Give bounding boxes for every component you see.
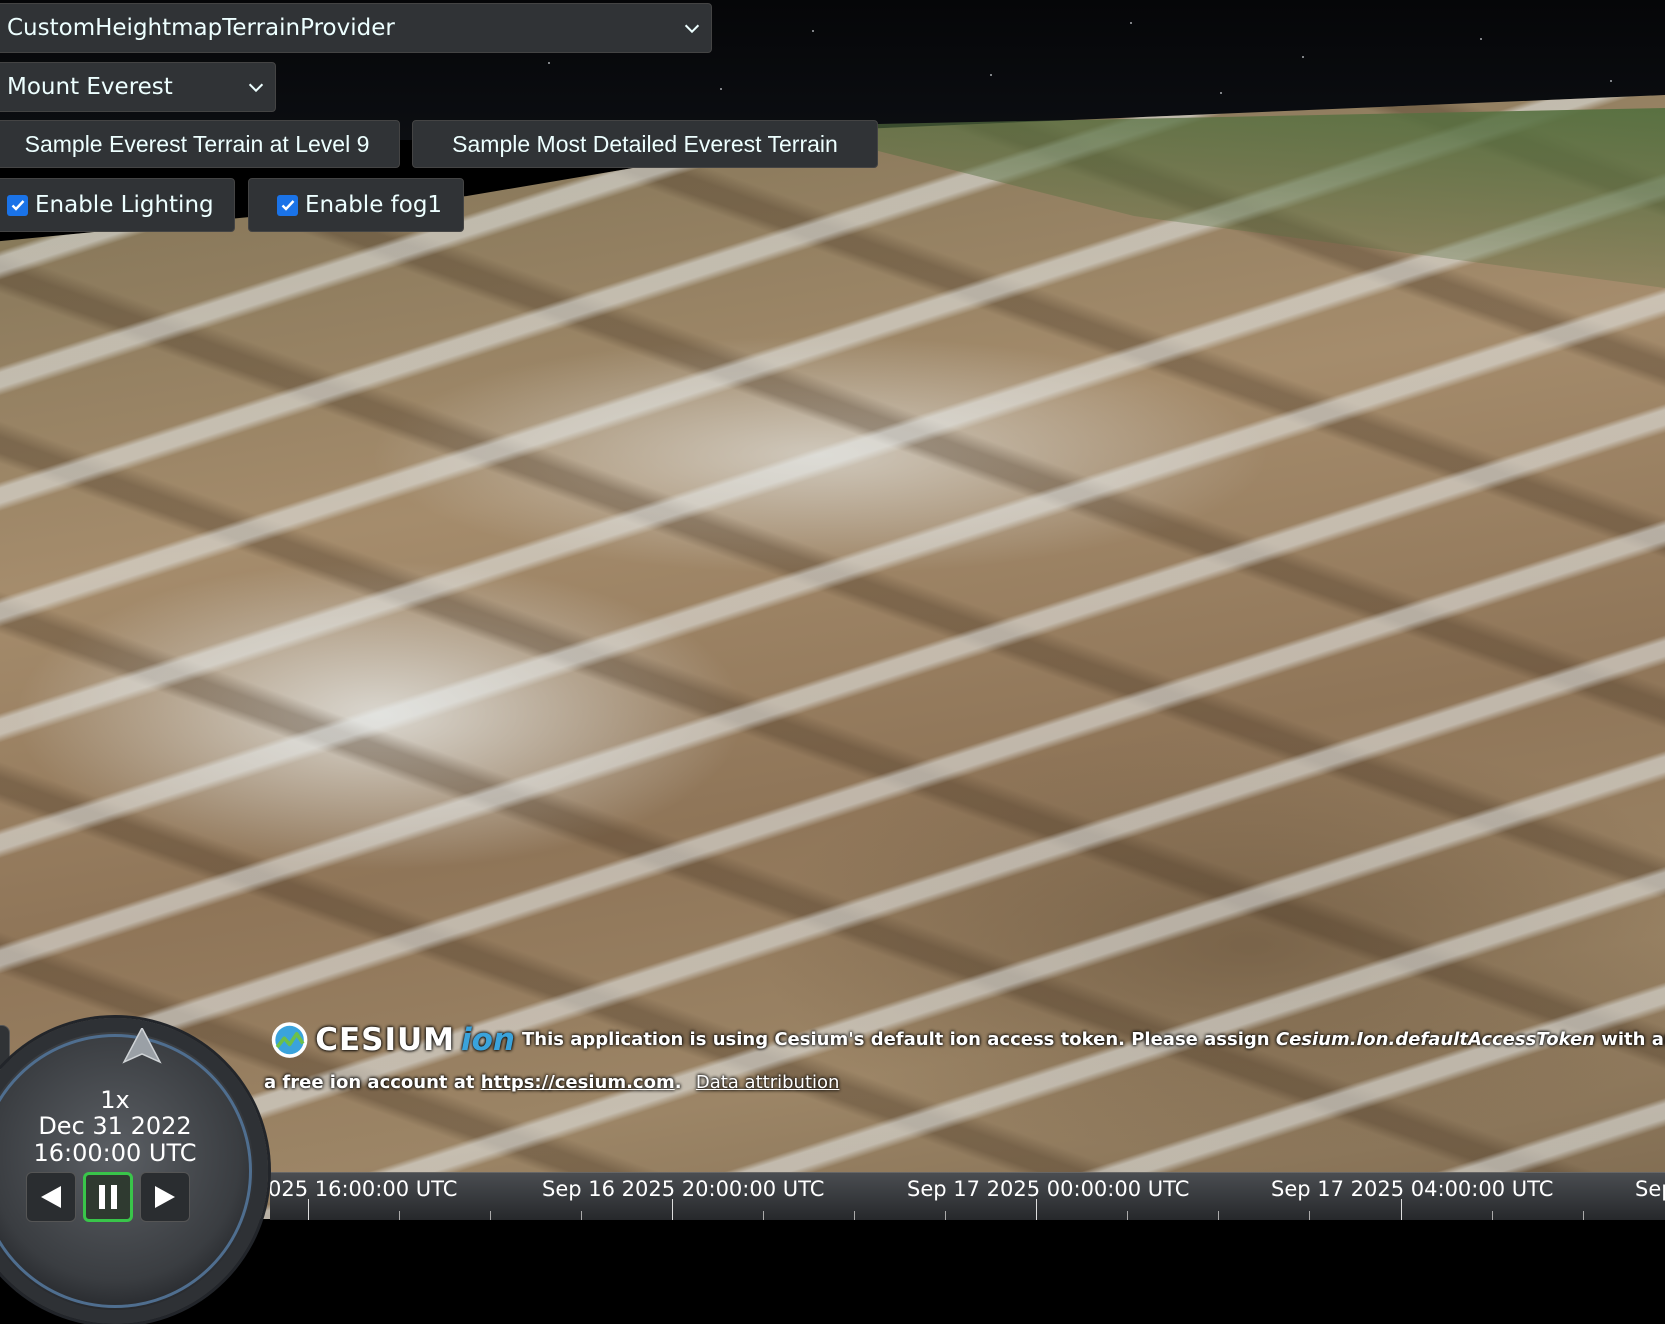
timeline-tick-label: 025 16:00:00 UTC <box>270 1177 458 1201</box>
pause-icon <box>99 1185 117 1209</box>
timeline-tick-label: Sep 17 2025 04:00:00 UTC <box>1271 1177 1554 1201</box>
default-token-warning-line2: a free ion account at https://cesium.com… <box>264 1072 839 1093</box>
star <box>548 62 550 64</box>
animation-date: Dec 31 2022 <box>38 1112 192 1140</box>
sample-level9-button[interactable]: Sample Everest Terrain at Level 9 <box>0 120 400 168</box>
play-forward-button[interactable] <box>140 1172 190 1222</box>
play-reverse-button[interactable] <box>26 1172 76 1222</box>
cesium-ion-logo[interactable]: CESIUM ion <box>270 1018 515 1062</box>
animation-speed: 1x <box>100 1086 130 1114</box>
timeline-tick-label: Sep 16 2025 20:00:00 UTC <box>542 1177 825 1201</box>
star <box>1610 80 1612 82</box>
shuttle-ring-pointer-icon[interactable] <box>122 1028 164 1064</box>
timeline-major-tick <box>1401 1199 1402 1220</box>
pause-button[interactable] <box>83 1172 133 1222</box>
star <box>720 88 722 90</box>
fog-checkbox-container[interactable]: Enable fog1 <box>248 178 464 232</box>
animation-time: 16:00:00 UTC <box>33 1139 197 1167</box>
terrain-provider-selected-value: CustomHeightmapTerrainProvider <box>7 15 395 41</box>
warning-code-text: Cesium.Ion.defaultAccessToken <box>1275 1029 1595 1050</box>
warning-text-part2: with an acce <box>1601 1029 1665 1050</box>
checkmark-icon <box>281 200 294 211</box>
cesium-website-link[interactable]: https://cesium.com <box>481 1072 675 1093</box>
timeline[interactable]: 025 16:00:00 UTC Sep 16 2025 20:00:00 UT… <box>270 1172 1665 1220</box>
play-reverse-icon <box>41 1186 61 1208</box>
star <box>1220 92 1222 94</box>
warning-line2-end: . <box>674 1072 682 1093</box>
fog-checkbox-label: Enable fog1 <box>305 192 443 218</box>
lighting-checkbox[interactable] <box>7 194 28 216</box>
timeline-major-tick <box>672 1199 673 1220</box>
default-token-warning: This application is using Cesium's defau… <box>522 1029 1665 1050</box>
timeline-major-tick <box>1036 1199 1037 1220</box>
timeline-tick-label: Sep <box>1635 1177 1665 1201</box>
cesium-logo-icon <box>271 1022 308 1058</box>
timeline-major-tick <box>308 1199 309 1220</box>
terrain-provider-select[interactable]: CustomHeightmapTerrainProvider <box>0 3 712 53</box>
cesium-logo-text: CESIUM <box>315 1022 455 1058</box>
animation-shuttle-ring[interactable] <box>0 1034 252 1308</box>
ion-logo-text: ion <box>461 1022 515 1058</box>
fog-checkbox[interactable] <box>277 194 298 216</box>
star <box>812 30 814 32</box>
lighting-checkbox-container[interactable]: Enable Lighting <box>0 178 235 232</box>
checkmark-icon <box>11 200 24 211</box>
timeline-tick-label: Sep 17 2025 00:00:00 UTC <box>907 1177 1190 1201</box>
warning-text-part1: This application is using Cesium's defau… <box>522 1029 1276 1050</box>
lighting-checkbox-label: Enable Lighting <box>35 192 214 218</box>
chevron-down-icon <box>684 24 700 34</box>
location-selected-value: Mount Everest <box>7 74 173 100</box>
warning-line2-text: a free ion account at <box>264 1072 481 1093</box>
play-forward-icon <box>155 1186 175 1208</box>
star <box>990 74 992 76</box>
data-attribution-link[interactable]: Data attribution <box>696 1072 840 1093</box>
star <box>1480 38 1482 40</box>
star <box>1130 22 1132 24</box>
sample-most-detailed-button[interactable]: Sample Most Detailed Everest Terrain <box>412 120 878 168</box>
chevron-down-icon <box>248 83 264 93</box>
star <box>1302 56 1304 58</box>
credits-container: CESIUM ion This application is using Ces… <box>264 1015 1665 1093</box>
location-select[interactable]: Mount Everest <box>0 62 276 112</box>
